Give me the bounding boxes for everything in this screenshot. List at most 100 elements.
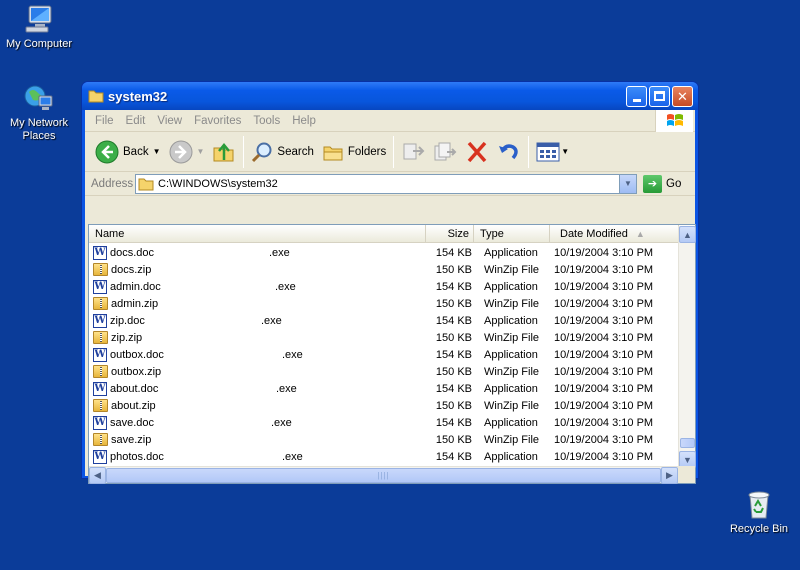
undo-icon [499, 143, 518, 159]
file-name-cell: docs.zip [89, 263, 426, 276]
menu-view[interactable]: View [151, 115, 188, 127]
column-header-size[interactable]: Size [426, 225, 474, 243]
zip-folder-icon [93, 331, 108, 344]
desktop-icon-recycle-bin[interactable]: Recycle Bin [719, 488, 799, 536]
file-row[interactable]: Wsave.doc .exe 154 KB Application 10/19/2004… [89, 414, 678, 431]
menu-help[interactable]: Help [286, 115, 322, 127]
file-date-modified: 10/19/2004 3:10 PM [554, 382, 654, 395]
forward-button[interactable]: ▼ [165, 136, 209, 168]
file-row[interactable]: outbox.zip 150 KB WinZip File 10/19/2004 3:… [89, 363, 678, 380]
menu-bar: File Edit View Favorites Tools Help [85, 110, 695, 132]
address-dropdown-button[interactable]: ▼ [619, 174, 636, 193]
search-icon [252, 142, 272, 162]
back-dropdown-icon[interactable]: ▼ [153, 147, 161, 156]
file-date-modified: 10/19/2004 3:10 PM [554, 348, 654, 361]
scroll-up-button[interactable]: ▲ [679, 226, 696, 243]
chevron-down-icon: ▼ [683, 454, 692, 465]
my-computer-icon [25, 5, 52, 33]
menu-favorites[interactable]: Favorites [188, 115, 247, 127]
scroll-right-button[interactable]: ▶ [661, 467, 678, 484]
file-row[interactable]: Wadmin.doc .exe 154 KB Application 10/19/200… [89, 278, 678, 295]
menu-edit[interactable]: Edit [120, 115, 152, 127]
up-folder-button[interactable] [208, 136, 240, 168]
column-headers: Name Size Type Date Modified ▲ [89, 225, 695, 243]
file-name: zip.doc [110, 314, 145, 327]
undo-button[interactable] [493, 136, 525, 168]
file-size: 150 KB [435, 365, 472, 378]
go-button[interactable]: ➔ Go [643, 174, 681, 193]
minimize-icon [632, 98, 641, 102]
file-type: WinZip File [484, 331, 540, 344]
folders-button[interactable]: Folders [318, 136, 390, 168]
column-header-type[interactable]: Type [474, 225, 550, 243]
forward-dropdown-icon[interactable]: ▼ [197, 147, 205, 156]
column-header-date[interactable]: Date Modified ▲ [550, 225, 679, 243]
chevron-down-icon: ▼ [624, 179, 632, 188]
desktop-icon-label: My Network Places [9, 117, 69, 142]
file-row[interactable]: Wzip.doc .exe 154 KB Application 10/19/2004 … [89, 312, 678, 329]
sort-ascending-icon: ▲ [635, 229, 645, 239]
forward-arrow-icon [169, 140, 192, 163]
file-list: Name Size Type Date Modified ▲ Wdocs.doc… [88, 224, 696, 484]
horizontal-scroll-thumb[interactable]: |||| [106, 468, 661, 483]
minimize-button[interactable] [626, 85, 647, 107]
column-header-name[interactable]: Name [89, 225, 426, 243]
file-date-modified: 10/19/2004 3:10 PM [554, 246, 654, 259]
file-size: 154 KB [435, 450, 472, 463]
menu-file[interactable]: File [89, 115, 120, 127]
zip-folder-icon [93, 399, 108, 412]
file-row[interactable]: zip.zip 150 KB WinZip File 10/19/2004 3:10 … [89, 329, 678, 346]
column-type-label: Type [480, 228, 504, 240]
address-field[interactable]: C:\WINDOWS\system32 ▼ [135, 173, 637, 194]
window-client: File Edit View Favorites Tools Help Back… [85, 110, 696, 484]
file-date-modified: 10/19/2004 3:10 PM [554, 314, 654, 327]
vertical-scroll-thumb[interactable] [680, 438, 695, 448]
maximize-button[interactable] [649, 85, 670, 107]
chevron-up-icon: ▲ [683, 229, 692, 240]
back-button[interactable]: Back ▼ [91, 136, 165, 168]
file-type: Application [484, 314, 538, 327]
copy-to-button[interactable] [429, 136, 461, 168]
file-name-cell: zip.zip [89, 331, 426, 344]
file-name-cell: Woutbox.doc .exe [89, 347, 426, 362]
move-to-button[interactable] [397, 136, 429, 168]
file-row[interactable]: Wdocs.doc .exe 154 KB Application 10/19/2004… [89, 244, 678, 261]
views-dropdown-icon[interactable]: ▼ [561, 147, 569, 156]
file-name-cell: save.zip [89, 433, 426, 446]
menu-tools[interactable]: Tools [247, 115, 286, 127]
window-titlebar[interactable]: system32 ✕ [82, 82, 698, 110]
back-arrow-icon [95, 140, 119, 163]
desktop-icon-network-places[interactable]: My Network Places [0, 82, 79, 143]
copy-to-icon [434, 142, 457, 160]
file-hidden-extension: .exe [271, 416, 292, 429]
file-row[interactable]: Wabout.doc .exe 154 KB Application 10/19/200… [89, 380, 678, 397]
file-type: Application [484, 382, 538, 395]
file-row[interactable]: Wphotos.doc .exe 154 KB Application 10/19/20… [89, 448, 678, 465]
file-name-cell: Wsave.doc .exe [89, 415, 426, 430]
file-date-modified: 10/19/2004 3:10 PM [554, 280, 654, 293]
folders-label: Folders [347, 145, 387, 158]
file-size: 154 KB [435, 314, 472, 327]
search-button[interactable]: Search [247, 136, 317, 168]
zip-folder-icon [93, 297, 108, 310]
delete-button[interactable] [461, 136, 493, 168]
close-button[interactable]: ✕ [672, 85, 693, 107]
views-button[interactable]: ▼ [532, 136, 573, 168]
file-name-cell: Wphotos.doc .exe [89, 449, 426, 464]
file-date-modified: 10/19/2004 3:10 PM [554, 399, 654, 412]
file-name: about.doc [110, 382, 159, 395]
file-row[interactable]: Woutbox.doc .exe 154 KB Application 10/19/20… [89, 346, 678, 363]
word-doc-icon: W [93, 415, 107, 430]
scroll-left-button[interactable]: ◀ [89, 467, 106, 484]
file-row[interactable]: docs.zip 150 KB WinZip File 10/19/2004 3:10… [89, 261, 678, 278]
file-row[interactable]: admin.zip 150 KB WinZip File 10/19/2004 3:1… [89, 295, 678, 312]
vertical-scrollbar[interactable]: ▲ ▼ [678, 226, 696, 468]
file-name: admin.zip [111, 297, 159, 310]
horizontal-scrollbar[interactable]: ◀ |||| ▶ [89, 466, 678, 484]
file-list-body: Wdocs.doc .exe 154 KB Application 10/19/2004… [89, 244, 678, 468]
file-row[interactable]: save.zip 150 KB WinZip File 10/19/2004 3:10… [89, 431, 678, 448]
address-label: Address [91, 177, 134, 190]
desktop-icon-my-computer[interactable]: My Computer [0, 3, 79, 51]
file-row[interactable]: about.zip 150 KB WinZip File 10/19/2004 3:1… [89, 397, 678, 414]
column-name-label: Name [95, 228, 125, 240]
